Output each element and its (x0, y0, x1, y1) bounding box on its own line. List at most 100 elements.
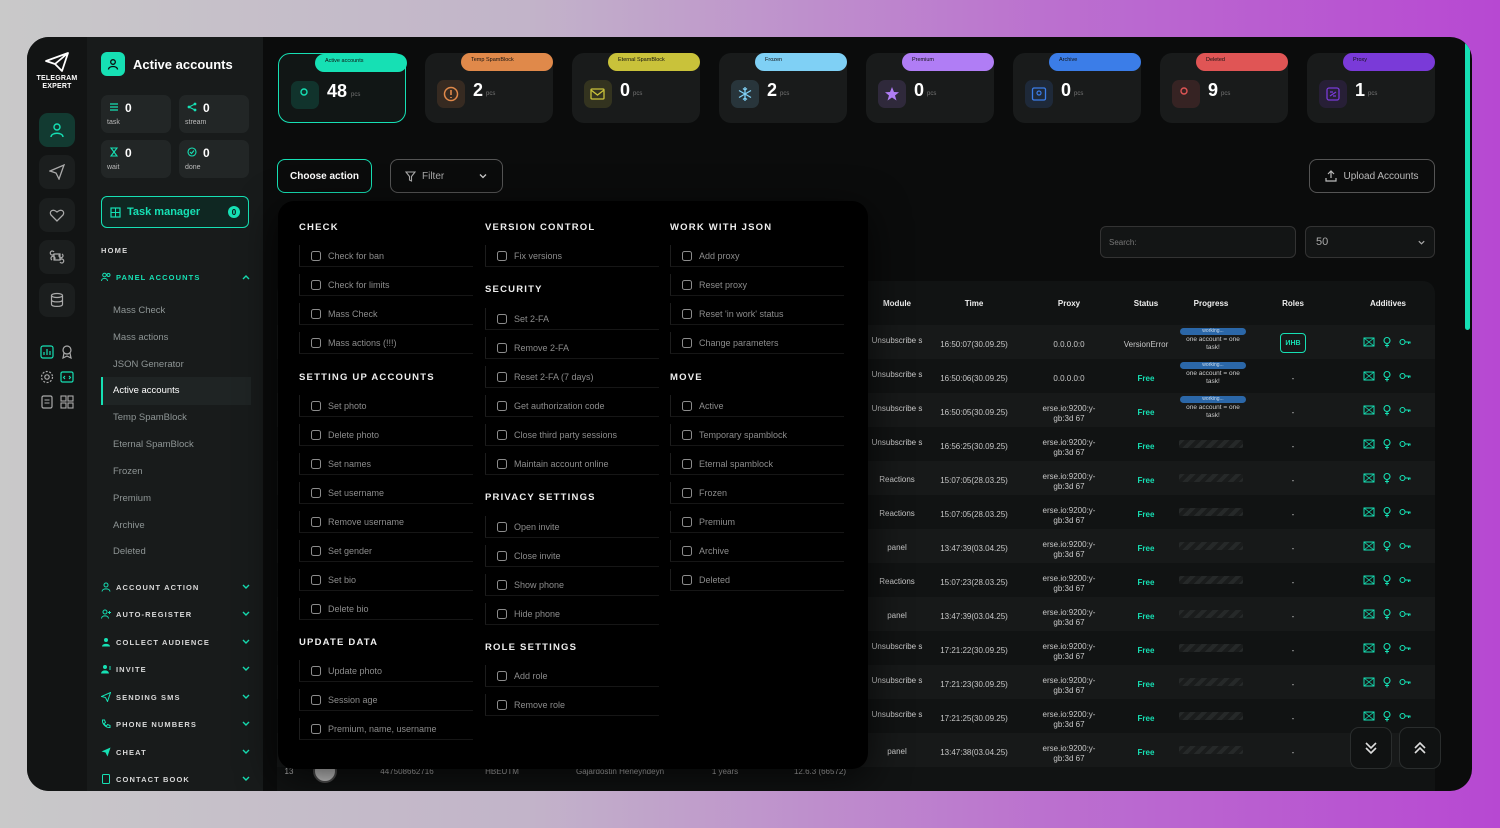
grid-icon[interactable] (60, 395, 74, 409)
upload-accounts-button[interactable]: Upload Accounts (1309, 159, 1435, 193)
scrollbar[interactable] (1465, 42, 1470, 330)
sidebar-item-active-accounts[interactable]: Active accounts (113, 385, 180, 396)
sidebar-item-premium[interactable]: Premium (113, 493, 151, 504)
menu-item-setup-2[interactable]: Set names (299, 453, 473, 475)
menu-item-json-2[interactable]: Reset 'in work' status (670, 303, 844, 325)
sidebar-item-eternal-spamblock[interactable]: Eternal SpamBlock (113, 439, 194, 450)
search-input[interactable]: Search: (1100, 226, 1296, 258)
badge-icon[interactable] (60, 345, 74, 359)
menu-item-security-3[interactable]: Get authorization code (485, 395, 659, 417)
column-header-time[interactable]: Time (965, 299, 984, 308)
section-invite[interactable]: INVITE (101, 662, 251, 676)
menu-item-check-2[interactable]: Mass Check (299, 303, 473, 325)
sidebar-item-json-generator[interactable]: JSON Generator (113, 359, 184, 370)
menu-item-privacy-0[interactable]: Open invite (485, 516, 659, 538)
menu-item-move-0[interactable]: Active (670, 395, 844, 417)
menu-item-setup-4[interactable]: Remove username (299, 511, 473, 533)
menu-item-security-4[interactable]: Close third party sessions (485, 424, 659, 446)
menu-item-check-3[interactable]: Mass actions (!!!) (299, 332, 473, 354)
menu-item-json-3[interactable]: Change parameters (670, 332, 844, 354)
row-additives[interactable] (1363, 574, 1411, 586)
sidebar-item-mass-actions[interactable]: Mass actions (113, 332, 168, 343)
column-header-module[interactable]: Module (883, 299, 911, 308)
rail-accounts-button[interactable] (39, 113, 75, 147)
sidebar-item-mass-check[interactable]: Mass Check (113, 305, 165, 316)
row-additives[interactable] (1363, 336, 1411, 348)
menu-item-move-3[interactable]: Frozen (670, 482, 844, 504)
menu-item-security-1[interactable]: Remove 2-FA (485, 337, 659, 359)
menu-item-move-5[interactable]: Archive (670, 540, 844, 562)
code-window-icon[interactable] (60, 370, 74, 384)
scroll-up-button[interactable] (1399, 727, 1441, 769)
row-additives[interactable] (1363, 676, 1411, 688)
menu-item-move-4[interactable]: Premium (670, 511, 844, 533)
menu-item-setup-0[interactable]: Set photo (299, 395, 473, 417)
sidebar-item-deleted[interactable]: Deleted (113, 546, 146, 557)
column-header-roles[interactable]: Roles (1282, 299, 1304, 308)
sidebar-item-temp-spamblock[interactable]: Temp SpamBlock (113, 412, 187, 423)
menu-item-check-1[interactable]: Check for limits (299, 274, 473, 296)
row-additives[interactable] (1363, 506, 1411, 518)
menu-item-check-0[interactable]: Check for ban (299, 245, 473, 267)
section-collect-audience[interactable]: COLLECT AUDIENCE (101, 635, 251, 649)
rail-send-button[interactable] (39, 155, 75, 189)
column-header-additives[interactable]: Additives (1370, 299, 1406, 308)
menu-item-update-1[interactable]: Session age (299, 689, 473, 711)
row-additives[interactable] (1363, 438, 1411, 450)
section-home[interactable]: HOME (101, 246, 128, 255)
menu-item-security-2[interactable]: Reset 2-FA (7 days) (485, 366, 659, 388)
menu-item-json-0[interactable]: Add proxy (670, 245, 844, 267)
section-sending-sms[interactable]: SENDING SMS (101, 690, 251, 704)
filter-dropdown[interactable]: Filter (390, 159, 503, 193)
section-auto-register[interactable]: AUTO-REGISTER (101, 607, 251, 621)
task-manager-button[interactable]: Task manager 0 (101, 196, 249, 228)
status-card-5[interactable]: Archive 0 pcs (1013, 53, 1141, 123)
menu-item-move-1[interactable]: Temporary spamblock (670, 424, 844, 446)
menu-item-setup-7[interactable]: Delete bio (299, 598, 473, 620)
menu-item-update-0[interactable]: Update photo (299, 660, 473, 682)
row-additives[interactable] (1363, 540, 1411, 552)
sidebar-item-archive[interactable]: Archive (113, 520, 145, 531)
status-card-1[interactable]: Temp SpamBlock 2 pcs (425, 53, 553, 123)
status-card-4[interactable]: Premium 0 pcs (866, 53, 994, 123)
status-card-0[interactable]: Active accounts 48 pcs (278, 53, 407, 123)
menu-item-version-0[interactable]: Fix versions (485, 245, 659, 267)
per-page-select[interactable]: 50 (1305, 226, 1435, 258)
document-icon[interactable] (40, 395, 54, 409)
row-additives[interactable] (1363, 472, 1411, 484)
scroll-down-button[interactable] (1350, 727, 1392, 769)
menu-item-roles-1[interactable]: Remove role (485, 694, 659, 716)
menu-item-setup-1[interactable]: Delete photo (299, 424, 473, 446)
status-card-6[interactable]: Deleted 9 pcs (1160, 53, 1288, 123)
menu-item-security-0[interactable]: Set 2-FA (485, 308, 659, 330)
status-card-7[interactable]: Proxy 1 pcs (1307, 53, 1435, 123)
menu-item-move-6[interactable]: Deleted (670, 569, 844, 591)
rail-favorites-button[interactable] (39, 198, 75, 232)
row-additives[interactable] (1363, 404, 1411, 416)
row-additives[interactable] (1363, 608, 1411, 620)
menu-item-update-2[interactable]: Premium, name, username (299, 718, 473, 740)
column-header-proxy[interactable]: Proxy (1058, 299, 1080, 308)
chart-icon[interactable] (40, 345, 54, 359)
menu-item-json-1[interactable]: Reset proxy (670, 274, 844, 296)
rail-database-button[interactable] (39, 283, 75, 317)
menu-item-roles-0[interactable]: Add role (485, 665, 659, 687)
menu-item-setup-3[interactable]: Set username (299, 482, 473, 504)
menu-item-setup-5[interactable]: Set gender (299, 540, 473, 562)
status-card-2[interactable]: Eternal SpamBlock 0 pcs (572, 53, 700, 123)
menu-item-move-2[interactable]: Eternal spamblock (670, 453, 844, 475)
sidebar-item-frozen[interactable]: Frozen (113, 466, 143, 477)
choose-action-button[interactable]: Choose action (277, 159, 372, 193)
menu-item-setup-6[interactable]: Set bio (299, 569, 473, 591)
section-account-action[interactable]: ACCOUNT ACTION (101, 580, 251, 594)
section-phone-numbers[interactable]: PHONE NUMBERS (101, 717, 251, 731)
menu-item-privacy-1[interactable]: Close invite (485, 545, 659, 567)
menu-item-privacy-2[interactable]: Show phone (485, 574, 659, 596)
section-contact-book[interactable]: CONTACT BOOK (101, 772, 251, 786)
logo[interactable]: TELEGRAM EXPERT (35, 51, 79, 91)
column-header-progress[interactable]: Progress (1194, 299, 1229, 308)
row-additives[interactable] (1363, 642, 1411, 654)
menu-item-privacy-3[interactable]: Hide phone (485, 603, 659, 625)
role-badge[interactable]: ИНВ (1280, 333, 1306, 353)
settings-icon[interactable] (40, 370, 54, 384)
